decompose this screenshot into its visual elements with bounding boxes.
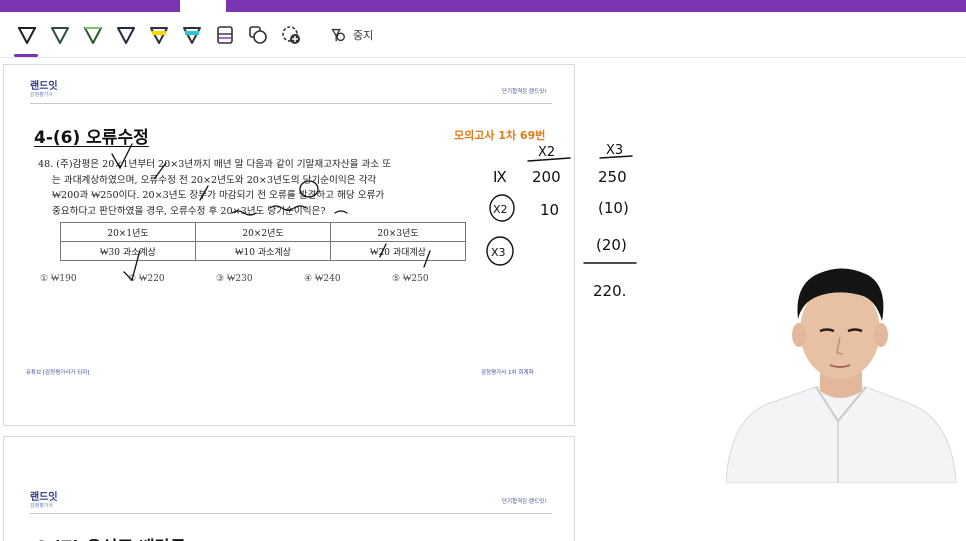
brand-logo-text: 랜드잇	[30, 81, 58, 92]
brand-logo-subtext: 감정평가사	[30, 503, 54, 509]
brand-logo: 랜드잇 감정평가사	[30, 82, 58, 98]
table-header: 20×1년도	[60, 222, 196, 242]
answer-choices: ① ₩190 ② ₩220 ③ ₩230 ④ ₩240 ⑤ ₩250	[40, 273, 480, 284]
brand-logo-text: 랜드잇	[30, 492, 58, 503]
table-row: ₩30 과소계상 ₩10 과소계상 ₩20 과대계상	[60, 241, 466, 261]
lecture-slide-1: 랜드잇 감정평가사 단기합격은 랜드잇! 4-(6) 오류수정 모의고사 1차 …	[3, 64, 575, 426]
ink-col2-value-2: (10)	[598, 199, 629, 217]
table-cell: ₩20 과대계상	[330, 241, 466, 261]
highlighter-cyan-icon[interactable]	[175, 19, 208, 51]
choice-4: ④ ₩240	[304, 274, 341, 284]
stop-label: 중지	[353, 28, 374, 42]
highlighter-yellow-icon[interactable]	[142, 19, 175, 51]
slide-tagline: 단기합격은 랜드잇!	[502, 89, 547, 95]
stop-button[interactable]: 중지	[329, 26, 373, 44]
drawing-toolbar: 중지	[0, 12, 966, 58]
question-text: 48. (주)감평은 20×1년부터 20×3년까지 매년 말 다음과 같이 기…	[38, 157, 391, 219]
question-line-3: ₩200과 ₩250이다. 20×3년도 장부가 마감되기 전 오류를 발견하고…	[52, 190, 385, 201]
section-title: 4-(6) 오류수정	[34, 128, 149, 148]
choice-3: ③ ₩230	[216, 274, 253, 284]
pen-navy-icon[interactable]	[109, 19, 142, 51]
table-cell: ₩30 과소계상	[60, 241, 196, 261]
brand-logo: 랜드잇 감정평가사	[30, 493, 58, 509]
question-line-4: 중요하다고 판단하였을 경우, 오류수정 후 20×3년도 당기순이익은?	[52, 205, 326, 217]
ink-col2-value-1: 250	[598, 168, 627, 186]
top-accent-bar	[0, 0, 966, 12]
lasso-stop-icon	[331, 28, 345, 41]
section-title: 4-(7) 유성주 배당금	[34, 533, 186, 541]
eraser-icon[interactable]	[208, 19, 241, 51]
table-header: 20×3년도	[330, 222, 466, 242]
slide-tagline: 단기합격은 랜드잇!	[502, 499, 547, 505]
table-cell: ₩10 과소계상	[195, 241, 331, 261]
header-divider	[30, 513, 552, 514]
pen-black-icon[interactable]	[10, 19, 43, 57]
choice-2: ② ₩220	[128, 274, 165, 284]
add-pen-icon[interactable]	[274, 19, 307, 51]
slide-footer-left: 유튜브 [감정평가사가 되자]	[26, 370, 90, 376]
ink-col2-value-3: (20)	[596, 236, 627, 254]
presenter-figure	[716, 233, 966, 483]
question-line-1: 48. (주)감평은 20×1년부터 20×3년까지 매년 말 다음과 같이 기…	[38, 159, 392, 170]
shapes-icon[interactable]	[241, 19, 274, 51]
ink-col2-value-4: 220.	[593, 282, 626, 300]
table-header-row: 20×1년도 20×2년도 20×3년도	[60, 222, 466, 242]
exam-source-tag: 모의고사 1차 69번	[454, 129, 546, 142]
active-tab-gap	[180, 0, 226, 12]
table-header: 20×2년도	[195, 222, 331, 242]
lecture-slide-2: 랜드잇 감정평가사 단기합격은 랜드잇! 4-(7) 유성주 배당금	[3, 436, 575, 541]
ink-fraction-bar	[599, 155, 633, 159]
error-table: 20×1년도 20×2년도 20×3년도 ₩30 과소계상 ₩10 과소계상 ₩…	[60, 222, 466, 261]
choice-5: ⑤ ₩250	[392, 274, 429, 284]
choice-1: ① ₩190	[40, 274, 77, 284]
pen-green-icon[interactable]	[76, 19, 109, 51]
slide-footer-right: 감정평가사 1차 회계학	[481, 370, 534, 376]
question-line-2: 는 과대계상하였으며, 오류수정 전 20×2년도와 20×3년도의 당기순이익…	[52, 174, 377, 186]
presenter-webcam	[716, 233, 966, 483]
brand-logo-subtext: 감정평가사	[30, 92, 54, 98]
header-divider	[30, 103, 552, 104]
pen-dark-icon[interactable]	[43, 19, 76, 51]
ink-col2-header: X3	[606, 143, 623, 158]
